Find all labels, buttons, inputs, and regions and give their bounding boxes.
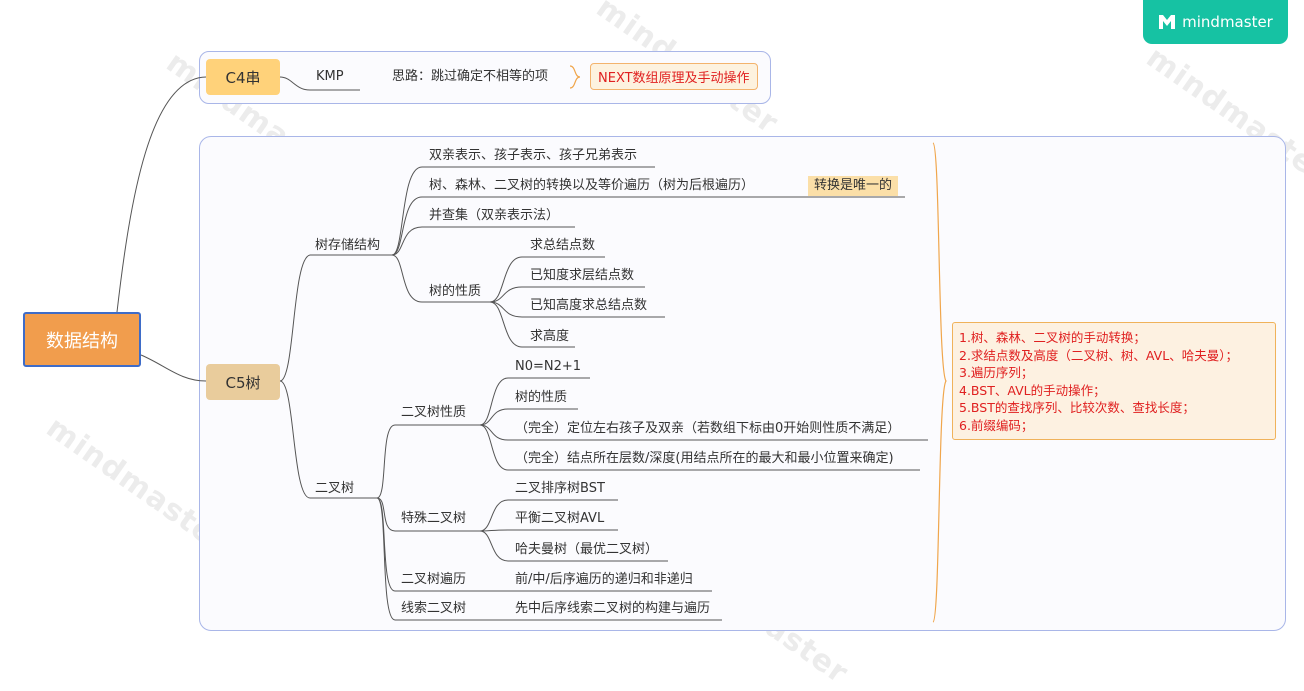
summary-line: 2.求结点数及高度（二叉树、树、AVL、哈夫曼）； [959,347,1238,363]
tree-property-item[interactable]: 求高度 [530,329,569,345]
tree-property-item[interactable]: 已知度求层结点数 [530,268,634,284]
summary-line: 3.遍历序列； [959,365,1034,380]
kmp-idea-node[interactable]: 思路：跳过确定不相等的项 [392,69,548,85]
tree-storage-item[interactable]: 双亲表示、孩子表示、孩子兄弟表示 [429,148,637,164]
special-tree-item[interactable]: 二叉排序树BST [515,481,605,497]
tree-storage-item[interactable]: 并查集（双亲表示法） [429,208,559,224]
tree-property-item[interactable]: 已知高度求总结点数 [530,298,647,314]
special-tree-item[interactable]: 哈夫曼树（最优二叉树） [515,542,658,558]
summary-line: 1.树、森林、二叉树的手动转换； [959,330,1146,345]
c4-node[interactable]: C4串 [206,59,280,95]
summary-line: 4.BST、AVL的手动操作； [959,382,1106,398]
tree-property-item[interactable]: 求总结点数 [530,238,595,254]
binary-property-item[interactable]: （完全）定位左右孩子及双亲（若数组下标由0开始则性质不满足） [515,421,900,437]
kmp-node[interactable]: KMP [316,69,344,85]
mindmaster-logo-icon [1159,15,1176,29]
conversion-unique-tag[interactable]: 转换是唯一的 [808,176,899,196]
root-node[interactable]: 数据结构 [23,312,141,367]
threaded-item[interactable]: 先中后序线索二叉树的构建与遍历 [515,601,710,617]
special-tree-item[interactable]: 平衡二叉树AVL [515,511,604,527]
tree-properties-node[interactable]: 树的性质 [429,284,481,300]
c5-node[interactable]: C5树 [206,364,280,400]
summary-line: 6.前缀编码； [959,417,1034,433]
tree-storage-node[interactable]: 树存储结构 [315,238,380,254]
special-binary-tree-node[interactable]: 特殊二叉树 [401,511,466,527]
threaded-binary-tree-node[interactable]: 线索二叉树 [401,601,466,617]
binary-traversal-node[interactable]: 二叉树遍历 [401,572,466,588]
binary-property-item[interactable]: N0=N2+1 [515,359,581,375]
tree-storage-item[interactable]: 树、森林、二叉树的转换以及等价遍历（树为后根遍历） [429,178,754,194]
c5-summary-note[interactable]: 1.树、森林、二叉树的手动转换； 2.求结点数及高度（二叉树、树、AVL、哈夫曼… [952,322,1276,440]
binary-property-item[interactable]: （完全）结点所在层数/深度(用结点所在的最大和最小位置来确定) [515,451,894,467]
logo-text: mindmaster [1182,13,1273,31]
binary-tree-node[interactable]: 二叉树 [315,481,354,497]
next-array-note[interactable]: NEXT数组原理及手动操作 [590,63,758,90]
summary-line: 5.BST的查找序列、比较次数、查找长度； [959,400,1195,415]
mindmaster-logo: mindmaster [1143,0,1288,44]
traversal-item[interactable]: 前/中/后序遍历的递归和非递归 [515,572,693,588]
binary-tree-properties-node[interactable]: 二叉树性质 [401,405,466,421]
binary-property-item[interactable]: 树的性质 [515,390,567,406]
